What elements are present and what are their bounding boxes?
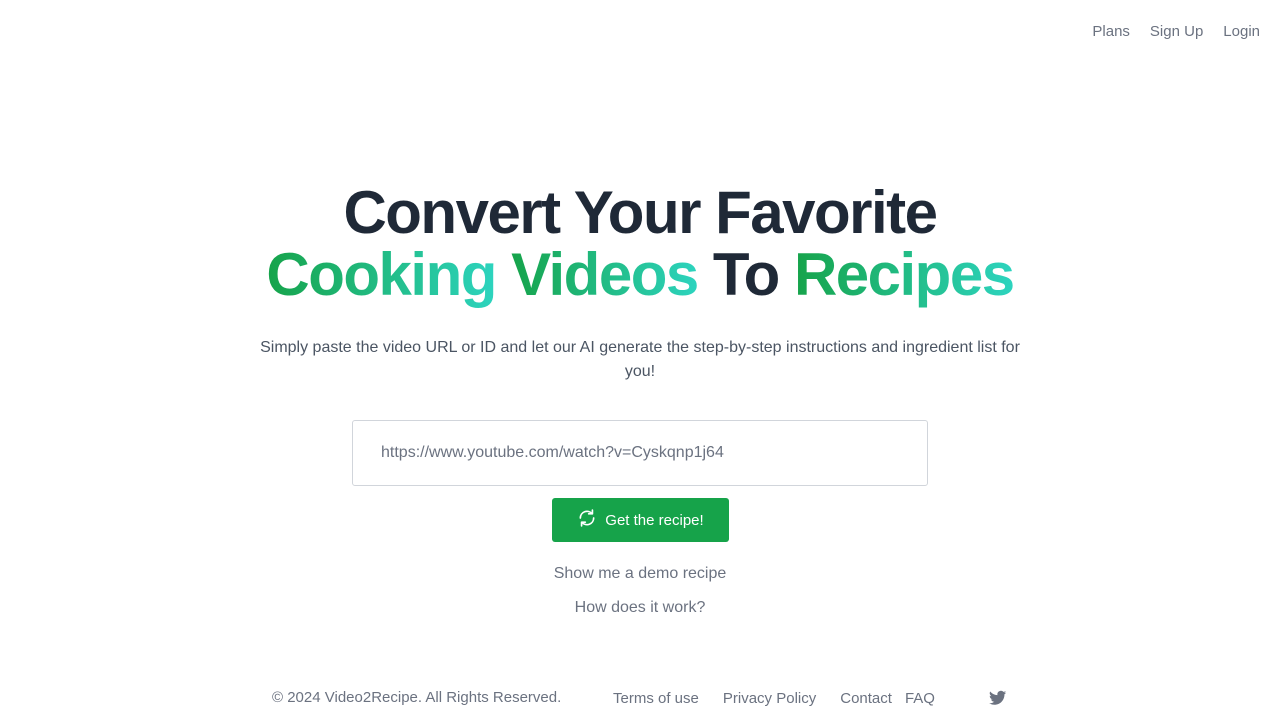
video-url-field bbox=[352, 420, 928, 486]
twitter-icon[interactable] bbox=[989, 689, 1007, 707]
hero-word-to: To bbox=[712, 241, 780, 308]
page: Plans Sign Up Login Convert Your Favorit… bbox=[0, 0, 1280, 720]
terms-link[interactable]: Terms of use bbox=[613, 689, 699, 709]
hero-title: Convert Your Favorite Cooking Videos To … bbox=[0, 182, 1280, 306]
hero-word-recipes: Recipes bbox=[793, 241, 1015, 308]
nav-login-link[interactable]: Login bbox=[1223, 22, 1260, 42]
faq-link[interactable]: FAQ bbox=[905, 689, 935, 709]
nav-sign-up-link[interactable]: Sign Up bbox=[1150, 22, 1203, 42]
hero-title-line-2: Cooking Videos To Recipes bbox=[0, 244, 1280, 306]
how-it-works-row: How does it work? bbox=[0, 598, 1280, 618]
hero: Convert Your Favorite Cooking Videos To … bbox=[0, 182, 1280, 384]
get-recipe-label: Get the recipe! bbox=[605, 511, 704, 529]
hero-subtitle: Simply paste the video URL or ID and let… bbox=[260, 339, 1020, 380]
get-recipe-button[interactable]: Get the recipe! bbox=[552, 498, 729, 542]
demo-recipe-link[interactable]: Show me a demo recipe bbox=[554, 565, 727, 582]
hero-word-cooking: Cooking bbox=[266, 241, 497, 308]
nav-plans-link[interactable]: Plans bbox=[1092, 22, 1130, 42]
top-nav: Plans Sign Up Login bbox=[1092, 22, 1260, 42]
contact-link[interactable]: Contact bbox=[840, 689, 892, 709]
copyright-text: © 2024 Video2Recipe. All Rights Reserved… bbox=[272, 689, 562, 706]
how-it-works-link[interactable]: How does it work? bbox=[575, 599, 706, 616]
footer: © 2024 Video2Recipe. All Rights Reserved… bbox=[0, 688, 1280, 708]
hero-title-line-1: Convert Your Favorite bbox=[343, 179, 938, 246]
hero-word-videos: Videos bbox=[511, 241, 699, 308]
privacy-link[interactable]: Privacy Policy bbox=[723, 689, 816, 709]
footer-links: Terms of use Privacy Policy Contact FAQ bbox=[613, 689, 935, 709]
refresh-icon bbox=[577, 508, 597, 532]
video-url-input[interactable] bbox=[353, 421, 927, 485]
demo-link-row: Show me a demo recipe bbox=[0, 564, 1280, 584]
